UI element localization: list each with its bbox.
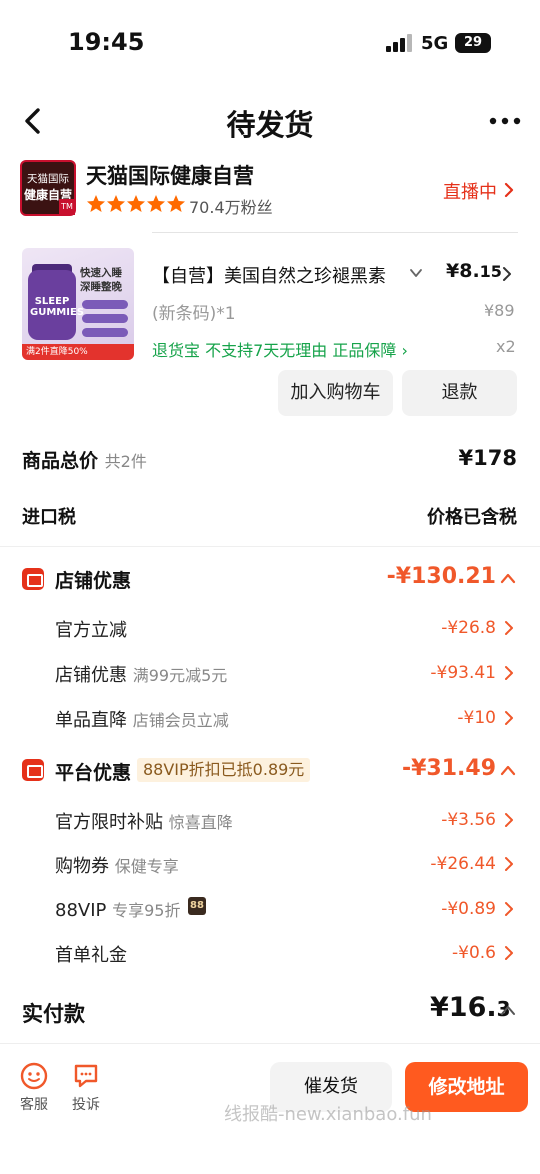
chevron-right-icon[interactable] xyxy=(503,620,515,636)
total-count: 共2件 xyxy=(104,452,147,471)
platform-coupon-icon xyxy=(22,759,44,781)
discount-item-label: 购物券 保健专享 xyxy=(55,852,179,878)
divider xyxy=(152,232,518,233)
discount-item-amount[interactable]: -¥0.6 xyxy=(380,943,496,963)
total-value: ¥178 xyxy=(458,446,517,470)
follower-count: 70.4万粉丝 xyxy=(189,198,273,217)
payment-amount-main: ¥16. xyxy=(430,992,497,1023)
page-title: 待发货 xyxy=(226,108,314,142)
chevron-down-icon[interactable] xyxy=(408,265,424,281)
chevron-right-icon[interactable] xyxy=(503,812,515,828)
payment-amount: ¥16.3 xyxy=(430,992,511,1023)
shop-logo[interactable]: 天猫国际 健康自营 TM xyxy=(20,160,76,216)
product-price: ¥8.15 xyxy=(446,260,502,282)
discount-item-sub: 惊喜直降 xyxy=(168,813,233,832)
platform-discount-title: 平台优惠 xyxy=(55,762,132,784)
price-main: ¥8. xyxy=(446,260,480,282)
payment-label: 实付款 xyxy=(22,1002,85,1026)
more-icon[interactable] xyxy=(488,110,522,132)
discount-item-label-text: 单品直降 xyxy=(55,710,127,731)
discount-item-label: 首单礼金 xyxy=(55,945,127,966)
chevron-up-icon[interactable] xyxy=(500,764,516,776)
chevron-right-icon[interactable] xyxy=(503,856,515,872)
discount-item-sub: 店铺会员立减 xyxy=(132,711,229,730)
discount-item-label-text: 购物券 xyxy=(55,856,109,877)
network-label: 5G xyxy=(421,33,449,54)
store-coupon-icon xyxy=(22,568,44,590)
discount-item-amount[interactable]: -¥26.44 xyxy=(380,854,496,874)
tax-label: 进口税 xyxy=(22,507,76,528)
chevron-right-icon[interactable] xyxy=(503,665,515,681)
customer-service-icon[interactable] xyxy=(20,1062,48,1090)
total-label-text: 商品总价 xyxy=(22,450,99,472)
store-discount-title: 店铺优惠 xyxy=(55,570,132,592)
platform-discount-amount[interactable]: -¥31.49 xyxy=(380,756,496,781)
price-decimal: 15 xyxy=(479,262,502,281)
bottle-text: SLEEP GUMMIES xyxy=(30,296,84,318)
discount-item-label: 店铺优惠 满99元减5元 xyxy=(55,661,227,687)
refund-button[interactable]: 退款 xyxy=(402,370,517,416)
customer-service-label[interactable]: 客服 xyxy=(20,1094,48,1114)
chevron-right-icon[interactable] xyxy=(503,901,515,917)
product-quantity: x2 xyxy=(496,337,516,356)
discount-item-amount[interactable]: -¥26.8 xyxy=(380,618,496,638)
discount-item-amount[interactable]: -¥3.56 xyxy=(380,810,496,830)
vip88-badge: 88 xyxy=(188,897,206,915)
store-discount-amount[interactable]: -¥130.21 xyxy=(360,564,496,589)
discount-item-amount[interactable]: -¥93.41 xyxy=(380,663,496,683)
service-guarantees[interactable]: 退货宝 不支持7天无理由 正品保障 › xyxy=(152,337,408,361)
discount-item-amount[interactable]: -¥0.89 xyxy=(380,899,496,919)
shop-logo-line1: 天猫国际 xyxy=(27,173,69,185)
live-status-link[interactable]: 直播中 xyxy=(443,178,497,204)
discount-item-label: 官方立减 xyxy=(55,620,127,641)
discount-item-label: 官方限时补贴 惊喜直降 xyxy=(55,808,233,834)
discount-item-label-text: 官方限时补贴 xyxy=(55,812,163,833)
image-headline: 快速入睡 深睡整晚 xyxy=(80,267,122,293)
complaint-icon[interactable] xyxy=(72,1062,100,1090)
add-to-cart-button[interactable]: 加入购物车 xyxy=(278,370,393,416)
chevron-up-icon[interactable] xyxy=(500,1004,516,1016)
watermark: 线报酷-new.xianbao.fun xyxy=(224,1104,432,1125)
image-pill xyxy=(82,328,128,337)
complaint-label[interactable]: 投诉 xyxy=(72,1094,100,1114)
chevron-right-icon: › xyxy=(396,341,408,360)
product-variant: (新条码)*1 xyxy=(152,304,236,324)
image-pill xyxy=(82,314,128,323)
discount-item-sub: 专享95折 xyxy=(112,901,181,920)
discount-item-label: 单品直降 店铺会员立减 xyxy=(55,706,229,732)
original-price: ¥89 xyxy=(484,301,515,320)
product-image[interactable]: SLEEP GUMMIES 快速入睡 深睡整晚 满2件直降50% xyxy=(22,248,134,360)
service-text: 退货宝 不支持7天无理由 正品保障 xyxy=(152,341,397,360)
image-pill xyxy=(82,300,128,309)
shop-logo-tag: TM xyxy=(59,199,75,215)
discount-item-amount[interactable]: -¥10 xyxy=(380,708,496,728)
discount-item-label-text: 店铺优惠 xyxy=(55,665,127,686)
product-title[interactable]: 【自营】美国自然之珍褪黑素 xyxy=(152,262,398,288)
chevron-up-icon[interactable] xyxy=(500,572,516,584)
chevron-right-icon xyxy=(504,182,514,198)
rating-stars xyxy=(87,195,185,212)
discount-item-label: 88VIP 专享95折 xyxy=(55,897,181,921)
discount-item-sub: 满99元减5元 xyxy=(132,666,228,685)
battery-icon: 29 xyxy=(455,33,491,53)
chevron-right-icon[interactable] xyxy=(503,710,515,726)
signal-icon xyxy=(386,34,412,52)
total-label: 商品总价 共2件 xyxy=(22,446,147,473)
discount-item-sub: 保健专享 xyxy=(114,857,179,876)
chevron-right-icon[interactable] xyxy=(503,945,515,961)
discount-item-label-text: 88VIP xyxy=(55,900,107,921)
shop-name[interactable]: 天猫国际健康自营 xyxy=(86,160,254,190)
chevron-right-icon[interactable] xyxy=(501,266,513,282)
status-time: 19:45 xyxy=(68,28,145,56)
tax-value: 价格已含税 xyxy=(427,507,517,528)
divider xyxy=(0,546,540,547)
vip-discount-tag: 88VIP折扣已抵0.89元 xyxy=(137,758,311,782)
image-promo-strip: 满2件直降50% xyxy=(22,344,134,360)
